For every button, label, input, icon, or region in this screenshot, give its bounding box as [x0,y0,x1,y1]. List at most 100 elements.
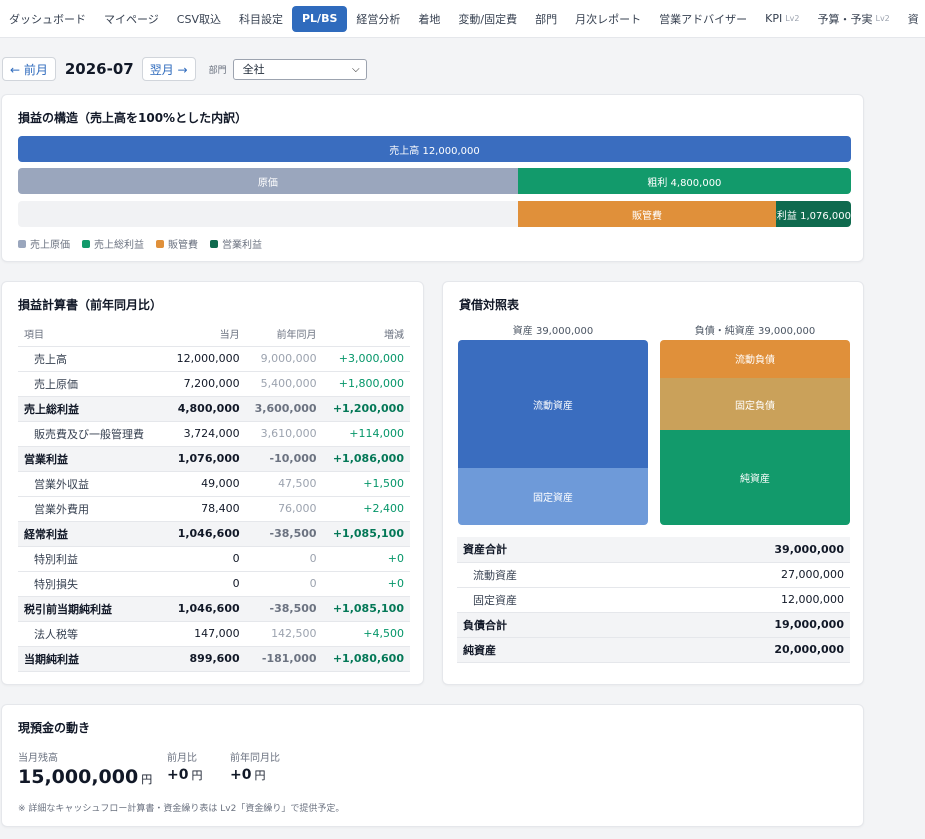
income-statement-title: 損益計算書（前年同月比） [18,298,163,312]
income-statement-card: 損益計算書（前年同月比） 項目 当月 前年同月 増減 売上高 12,000,000… [1,281,424,685]
cell-name: 資産合計 [457,537,631,563]
tab-4[interactable]: PL/BS [291,5,348,32]
table-row: 売上高 12,000,000 9,000,000 +3,000,000 [18,346,410,372]
department-label: 部門 [208,65,227,76]
cell-cur: 1,046,600 [167,596,246,622]
tab-2[interactable]: CSV取込 [168,6,230,32]
structure-title: 損益の構造（売上高を100%とした内訳） [18,111,248,125]
cell-value: 19,000,000 [630,612,850,638]
operating-profit-segment: 営業利益 1,076,000 [776,201,851,227]
cell-diff: +1,200,000 [322,396,410,422]
legend-swatch [18,239,26,248]
assets-column: 流動資産 固定資産 [458,340,648,525]
top-nav: ダッシュボード マイページ CSV取込 科目設定 PL/BS 経営分析 着地 変動/固定費 部門… [0,0,925,38]
cell-name: 売上総利益 [18,396,168,422]
cell-value: 12,000,000 [630,587,850,613]
tab-11[interactable]: KPI Lv2 [756,6,808,32]
balance-sheet-table: 資産合計 39,000,000 流動資産 27,000,000 固定資産 12,000,0… [457,537,850,663]
chevron-down-icon: ⌵ [352,63,360,75]
tab-label: 科目設定 [238,12,283,26]
tab-9[interactable]: 月次レポート [566,6,650,32]
tab-8[interactable]: 部門 [526,6,566,32]
bs-block: 純資産 [660,430,850,525]
balance-sheet-card: 貸借対照表 資産 39,000,000 負債・純資産 39,000,000 流動… [442,281,864,685]
table-row: 固定資産 12,000,000 [457,587,850,613]
table-row: 売上総利益 4,800,000 3,600,000 +1,200,000 [18,396,410,422]
cell-name: 流動資産 [457,562,631,588]
cash-note: ※ 詳細なキャッシュフロー計算書・資金繰り表は Lv2「資金繰り」で提供予定。 [18,804,345,814]
tab-label: PL/BS [301,12,338,25]
cell-prev: 47,500 [245,471,323,497]
table-row: 経常利益 1,046,600 -38,500 +1,085,100 [18,521,410,547]
cell-cur: 1,076,000 [167,446,246,472]
tab-13[interactable]: 資 [899,6,925,32]
next-month-button[interactable]: 翌月 → [141,57,196,81]
cell-cur: 147,000 [167,621,246,647]
cell-diff: +4,500 [322,621,410,647]
legend-label: 売上原価 [30,240,70,251]
cell-cur: 0 [167,571,246,597]
table-row: 売上原価 7,200,000 5,400,000 +1,800,000 [18,371,410,397]
table-row: 特別利益 0 0 +0 [18,546,410,572]
legend-swatch [156,239,164,248]
legend-label: 売上総利益 [94,240,144,251]
cell-name: 営業外費用 [18,496,168,522]
bs-block: 固定負債 [660,377,850,431]
legend-label: 販管費 [168,240,198,251]
tab-label: 変動/固定費 [458,12,518,26]
cell-prev: 0 [245,546,323,572]
table-row: 営業外費用 78,400 76,000 +2,400 [18,496,410,522]
cell-name: 売上高 [18,346,168,372]
tab-5[interactable]: 経営分析 [347,6,409,32]
prev-month-button[interactable]: ← 前月 [2,57,56,81]
legend-item: 販管費 [156,236,198,251]
header-diff: 増減 [322,321,410,347]
tab-3[interactable]: 科目設定 [230,6,292,32]
empty-segment [18,201,518,227]
department-select[interactable]: 全社 ⌵ [232,58,367,80]
cell-prev: 3,610,000 [245,421,323,447]
yoy-unit: 円 [254,769,266,782]
balance-value: 15,000,000 円 [18,766,152,788]
balance-amount: 15,000,000 [18,766,139,788]
tab-label: CSV取込 [176,12,221,26]
department-select-value: 全社 [242,63,265,76]
tab-10[interactable]: 営業アドバイザー [650,6,756,32]
cell-diff: +1,080,600 [322,646,410,672]
cell-name: 売上原価 [18,371,168,397]
tab-6[interactable]: 着地 [409,6,449,32]
table-row: 税引前当期純利益 1,046,600 -38,500 +1,085,100 [18,596,410,622]
tab-12[interactable]: 予算・予実 Lv2 [808,6,898,32]
tab-label: 経営分析 [356,12,401,26]
table-row: 資産合計 39,000,000 [457,537,850,563]
cell-diff: +1,800,000 [322,371,410,397]
tab-label: 部門 [535,12,558,26]
header-prev-year: 前年同月 [245,321,323,347]
cash-movement-card: 現預金の動き 当月残高 15,000,000 円 前月比 +0 円 前年同月比 +0… [1,704,864,827]
cell-name: 税引前当期純利益 [18,596,168,622]
cell-cur: 12,000,000 [167,346,246,372]
tab-label: ダッシュボード [9,12,86,26]
balance-sheet-title: 貸借対照表 [459,298,520,312]
mom-amount: +0 [167,767,189,783]
cell-value: 27,000,000 [630,562,850,588]
table-row: 純資産 20,000,000 [457,637,850,663]
liabilities-column: 流動負債 固定負債 純資産 [660,340,850,525]
income-statement-table: 項目 当月 前年同月 増減 売上高 12,000,000 9,000,000 +3,0… [18,321,410,672]
current-month: 2026-07 [64,60,134,78]
yoy-label: 前年同月比 [230,753,280,764]
cell-prev: 76,000 [245,496,323,522]
cell-diff: +3,000,000 [322,346,410,372]
tab-7[interactable]: 変動/固定費 [449,6,526,32]
pl-structure-card: 損益の構造（売上高を100%とした内訳） 売上高 12,000,000 原価 粗… [1,94,864,262]
mom-label: 前月比 [167,753,197,764]
tab-1[interactable]: マイページ [95,6,168,32]
cell-diff: +2,400 [322,496,410,522]
bs-block: 固定資産 [458,468,648,525]
cell-name: 特別損失 [18,571,168,597]
operating-bar: 販管費 営業利益 1,076,000 [18,201,851,227]
sga-segment: 販管費 [517,201,777,227]
tab-0[interactable]: ダッシュボード [0,6,95,32]
cell-name: 特別利益 [18,546,168,572]
cell-prev: 5,400,000 [245,371,323,397]
